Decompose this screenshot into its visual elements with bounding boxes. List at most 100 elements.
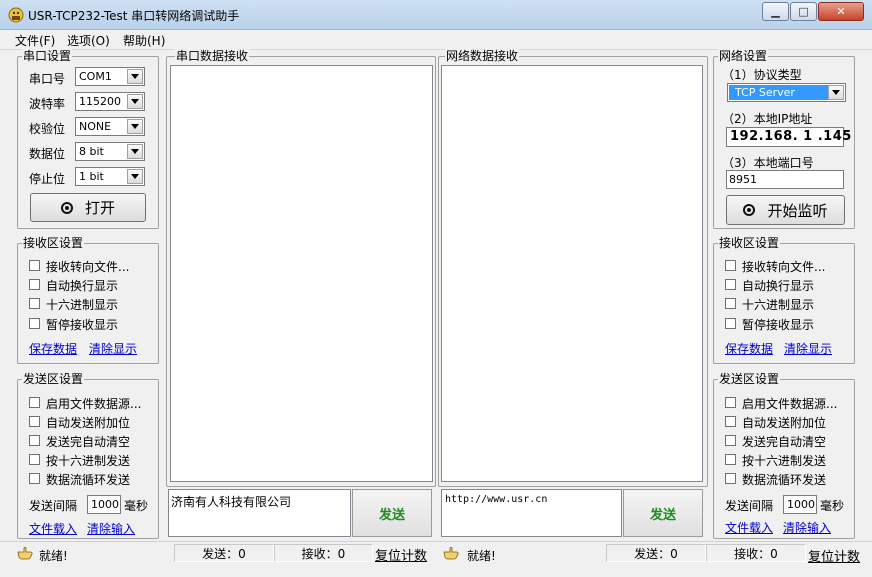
menu-help[interactable]: 帮助(H) — [123, 32, 165, 49]
chevron-down-icon — [828, 85, 844, 100]
network-receive-textarea[interactable] — [441, 65, 703, 482]
serial-send-settings-title: 发送区设置 — [22, 372, 85, 386]
baud-value: 115200 — [79, 95, 121, 108]
radio-icon — [743, 204, 756, 216]
ip-label: （2）本地IP地址 — [722, 112, 813, 126]
local-port-input[interactable]: 8951 — [726, 170, 844, 189]
serial-tx-hex-checkbox[interactable] — [29, 454, 40, 465]
net-tx-file-source-checkbox[interactable] — [725, 397, 736, 408]
serial-tx-loop-checkbox[interactable] — [29, 473, 40, 484]
parity-value: NONE — [79, 120, 112, 133]
network-receive-title: 网络数据接收 — [445, 49, 520, 63]
net-rx-hex-label: 十六进制显示 — [742, 298, 815, 312]
maximize-icon: □ — [798, 5, 809, 18]
stop-bits-select[interactable]: 1 bit — [75, 167, 145, 186]
net-rx-hex-checkbox[interactable] — [725, 298, 736, 309]
start-listen-button[interactable]: 开始监听 — [726, 195, 845, 225]
net-tx-autoclear-checkbox[interactable] — [725, 435, 736, 446]
app-icon — [8, 7, 24, 23]
net-interval-label: 发送间隔 — [725, 499, 774, 513]
serial-rx-autowrap-checkbox[interactable] — [29, 279, 40, 290]
serial-receive-textarea[interactable] — [170, 65, 433, 482]
serial-rx-autowrap-label: 自动换行显示 — [46, 279, 119, 293]
stop-bits-label: 停止位 — [29, 172, 66, 186]
net-tx-loop-label: 数据流循环发送 — [742, 473, 827, 487]
serial-tx-append-checkbox[interactable] — [29, 416, 40, 427]
net-clear-display-link[interactable]: 清除显示 — [784, 340, 832, 357]
network-send-textarea[interactable]: http://www.usr.cn — [441, 489, 622, 537]
network-received-count: 接收：0 — [706, 544, 806, 562]
parity-select[interactable]: NONE — [75, 117, 145, 136]
radio-icon — [60, 201, 73, 214]
serial-status-ready: 就绪! — [39, 549, 68, 563]
serial-rx-pause-checkbox[interactable] — [29, 318, 40, 329]
serial-rx-to-file-checkbox[interactable] — [29, 260, 40, 271]
close-icon: ✕ — [836, 5, 846, 18]
data-bits-label: 数据位 — [29, 147, 66, 161]
net-rx-autowrap-label: 自动换行显示 — [742, 279, 815, 293]
network-status-ready: 就绪! — [467, 549, 496, 563]
net-rx-autowrap-checkbox[interactable] — [725, 279, 736, 290]
hand-pointer-icon — [17, 546, 33, 560]
net-interval-input[interactable]: 1000 — [783, 495, 817, 514]
net-tx-append-checkbox[interactable] — [725, 416, 736, 427]
serial-tx-autoclear-label: 发送完自动清空 — [46, 435, 131, 449]
menu-file[interactable]: 文件(F) — [15, 32, 55, 49]
serial-save-data-link[interactable]: 保存数据 — [29, 340, 77, 357]
ip-input[interactable]: 192.168. 1 .145 — [726, 127, 851, 147]
maximize-button[interactable]: □ — [790, 2, 817, 21]
serial-rx-hex-label: 十六进制显示 — [46, 298, 119, 312]
network-send-settings-title: 发送区设置 — [718, 372, 781, 386]
menu-options[interactable]: 选项(O) — [67, 32, 110, 49]
data-bits-select[interactable]: 8 bit — [75, 142, 145, 161]
network-receive-settings-title: 接收区设置 — [718, 236, 781, 250]
hand-pointer-icon — [443, 546, 459, 560]
chevron-down-icon — [127, 69, 143, 84]
net-rx-to-file-checkbox[interactable] — [725, 260, 736, 271]
net-rx-to-file-label: 接收转向文件... — [742, 260, 826, 274]
data-bits-value: 8 bit — [79, 145, 104, 158]
protocol-select[interactable]: TCP Server — [727, 83, 846, 102]
net-interval-unit: 毫秒 — [820, 499, 845, 513]
network-settings-title: 网络设置 — [718, 49, 769, 63]
net-save-data-link[interactable]: 保存数据 — [725, 340, 773, 357]
serial-send-button[interactable]: 发送 — [352, 489, 432, 537]
baud-label: 波特率 — [29, 97, 66, 111]
serial-clear-display-link[interactable]: 清除显示 — [89, 340, 137, 357]
net-tx-file-source-label: 启用文件数据源... — [742, 397, 838, 411]
serial-send-textarea[interactable]: 济南有人科技有限公司 — [168, 489, 351, 537]
serial-rx-hex-checkbox[interactable] — [29, 298, 40, 309]
serial-load-file-link[interactable]: 文件载入 — [29, 520, 77, 537]
serial-reset-count-link[interactable]: 复位计数 — [375, 545, 427, 564]
chevron-down-icon — [127, 94, 143, 109]
local-port-label: （3）本地端口号 — [722, 156, 814, 170]
serial-tx-autoclear-checkbox[interactable] — [29, 435, 40, 446]
net-clear-input-link[interactable]: 清除输入 — [783, 519, 831, 536]
net-rx-pause-checkbox[interactable] — [725, 318, 736, 329]
net-tx-hex-label: 按十六进制发送 — [742, 454, 827, 468]
port-select[interactable]: COM1 — [75, 67, 145, 86]
net-tx-loop-checkbox[interactable] — [725, 473, 736, 484]
parity-label: 校验位 — [29, 122, 66, 136]
serial-tx-file-source-checkbox[interactable] — [29, 397, 40, 408]
port-value: COM1 — [79, 70, 112, 83]
open-port-label: 打开 — [84, 199, 115, 217]
serial-receive-settings-title: 接收区设置 — [22, 236, 85, 250]
network-reset-count-link[interactable]: 复位计数 — [808, 546, 860, 565]
serial-interval-input[interactable]: 1000 — [87, 495, 121, 514]
protocol-label: （1）协议类型 — [722, 68, 802, 82]
serial-settings-title: 串口设置 — [22, 49, 73, 63]
open-port-button[interactable]: 打开 — [30, 193, 146, 222]
serial-clear-input-link[interactable]: 清除输入 — [87, 520, 135, 537]
serial-interval-unit: 毫秒 — [124, 499, 149, 513]
serial-tx-append-label: 自动发送附加位 — [46, 416, 131, 430]
net-tx-hex-checkbox[interactable] — [725, 454, 736, 465]
minimize-button[interactable]: ▁ — [762, 2, 789, 21]
protocol-value: TCP Server — [729, 85, 831, 100]
network-send-button[interactable]: 发送 — [623, 489, 703, 537]
baud-select[interactable]: 115200 — [75, 92, 145, 111]
stop-bits-value: 1 bit — [79, 170, 104, 183]
chevron-down-icon — [127, 169, 143, 184]
net-load-file-link[interactable]: 文件载入 — [725, 519, 773, 536]
close-button[interactable]: ✕ — [818, 2, 864, 21]
